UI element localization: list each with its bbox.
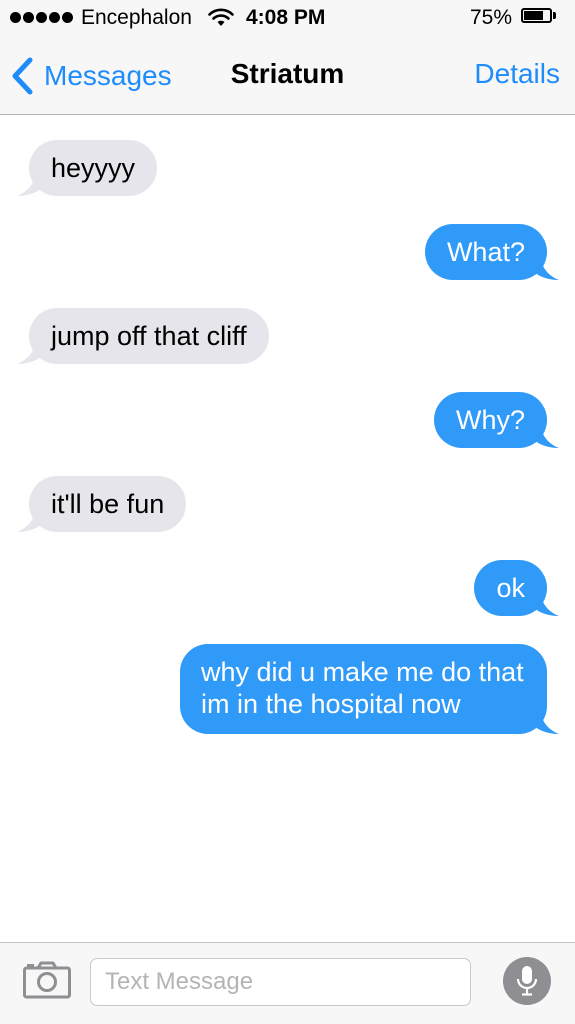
bubble-tail xyxy=(529,424,559,448)
clock-time: 4:08 PM xyxy=(246,6,326,29)
incoming-message-bubble[interactable]: jump off that cliff xyxy=(17,308,269,364)
bubble-tail xyxy=(529,256,559,280)
microphone-button[interactable] xyxy=(503,957,551,1005)
message-input-bar xyxy=(0,942,575,1024)
carrier-name: Encephalon xyxy=(81,6,192,29)
back-button-label: Messages xyxy=(44,60,172,91)
back-to-messages-button[interactable]: Messages xyxy=(10,54,172,98)
chevron-left-icon xyxy=(12,57,33,95)
incoming-message-bubble[interactable]: it'll be fun xyxy=(17,476,187,532)
battery-tip xyxy=(553,12,556,19)
details-button[interactable]: Details xyxy=(474,58,560,90)
outgoing-message-bubble[interactable]: why did u make me do that im in the hosp… xyxy=(180,644,559,734)
signal-dots-icon xyxy=(10,12,73,23)
microphone-icon xyxy=(516,966,538,996)
outgoing-message-bubble[interactable]: Why? xyxy=(433,392,559,448)
bubble-tail xyxy=(529,710,559,734)
outgoing-message-bubble[interactable]: What? xyxy=(424,224,559,280)
camera-icon[interactable] xyxy=(23,961,71,999)
bubble-tail xyxy=(17,172,47,196)
message-text: Why? xyxy=(455,405,525,435)
wifi-icon xyxy=(208,8,234,26)
bubble-tail xyxy=(529,592,559,616)
outgoing-message-bubble[interactable]: ok xyxy=(474,560,559,616)
battery-icon xyxy=(521,8,552,23)
message-text: heyyyy xyxy=(51,153,136,183)
message-text: What? xyxy=(446,237,525,267)
message-text: ok xyxy=(496,573,525,603)
bubble-tail xyxy=(17,340,47,364)
text-message-input[interactable] xyxy=(90,958,471,1006)
battery-percentage: 75% xyxy=(470,6,513,29)
bubble-tail xyxy=(17,508,47,532)
status-bar: Encephalon 4:08 PM 75% xyxy=(0,0,575,36)
message-text: it'll be fun xyxy=(51,489,165,519)
message-text: jump off that cliff xyxy=(51,321,247,351)
message-text: why did u make me do that im in the hosp… xyxy=(201,657,524,719)
navigation-bar: Messages Striatum Details xyxy=(0,36,575,115)
incoming-message-bubble[interactable]: heyyyy xyxy=(17,140,158,196)
